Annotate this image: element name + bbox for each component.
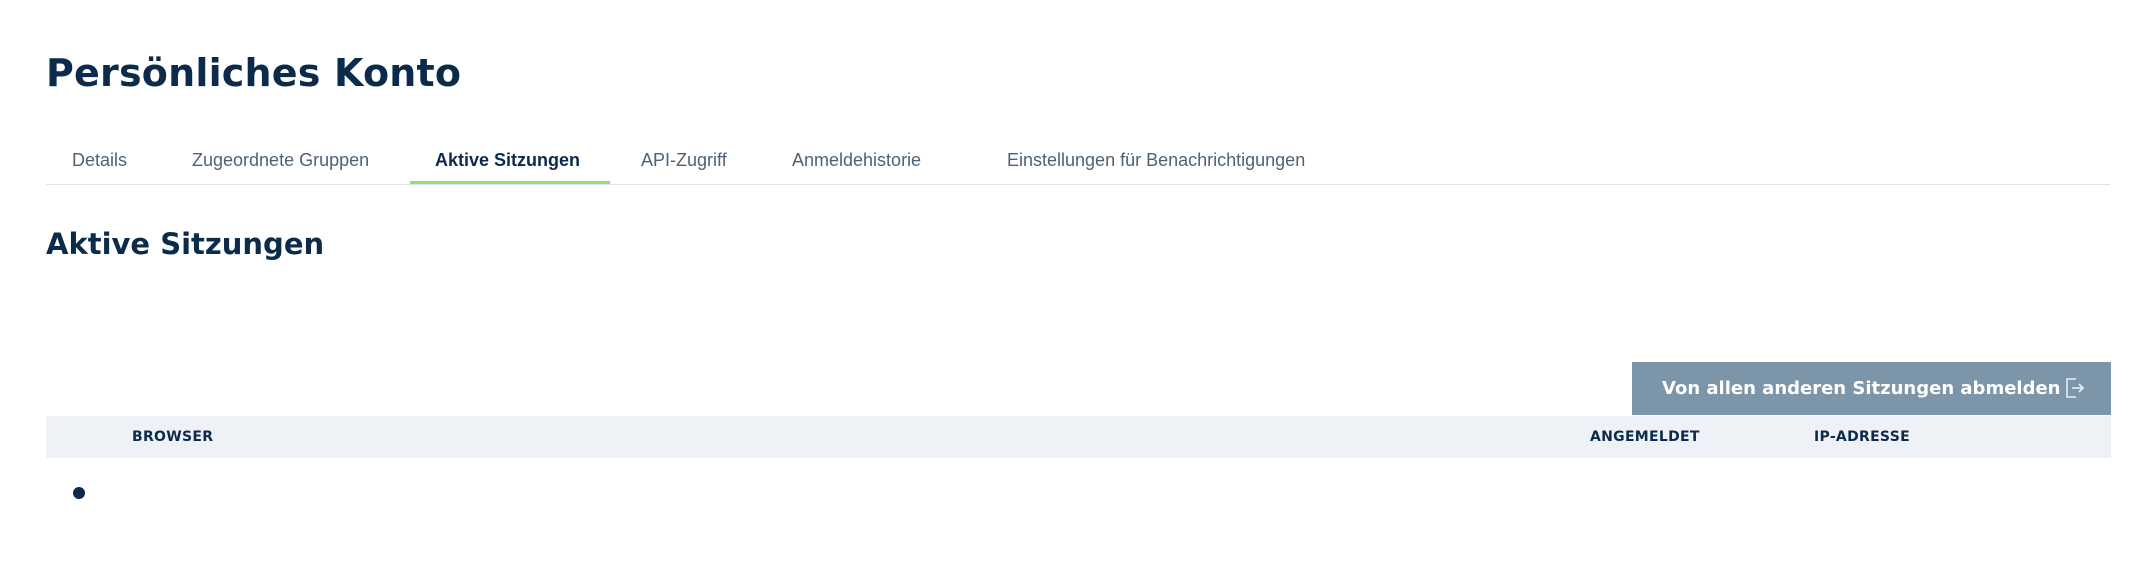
- tab-login-history[interactable]: Anmeldehistorie: [792, 142, 921, 184]
- logout-all-sessions-label: Von allen anderen Sitzungen abmelden: [1662, 378, 2061, 399]
- tab-api-access[interactable]: API-Zugriff: [641, 142, 727, 184]
- page-title: Persönliches Konto: [46, 51, 462, 95]
- table-row: [46, 468, 2111, 520]
- tab-details[interactable]: Details: [72, 142, 127, 184]
- column-header-logged-in: ANGEMELDET: [1590, 429, 1700, 445]
- sessions-table-header: BROWSER ANGEMELDET IP-ADRESSE: [46, 416, 2111, 458]
- tab-notification-settings[interactable]: Einstellungen für Benachrichtigungen: [1007, 142, 1305, 184]
- tab-active-sessions[interactable]: Aktive Sitzungen: [410, 142, 610, 184]
- column-header-ip-address: IP-ADRESSE: [1814, 429, 1910, 445]
- column-header-browser: BROWSER: [132, 429, 214, 445]
- dot-icon: [73, 487, 85, 499]
- section-title: Aktive Sitzungen: [46, 227, 325, 261]
- logout-all-sessions-button[interactable]: Von allen anderen Sitzungen abmelden: [1632, 362, 2111, 415]
- logout-icon: [2065, 377, 2085, 399]
- account-tabs: Details Zugeordnete Gruppen Aktive Sitzu…: [46, 142, 2110, 185]
- tab-assigned-groups[interactable]: Zugeordnete Gruppen: [192, 142, 369, 184]
